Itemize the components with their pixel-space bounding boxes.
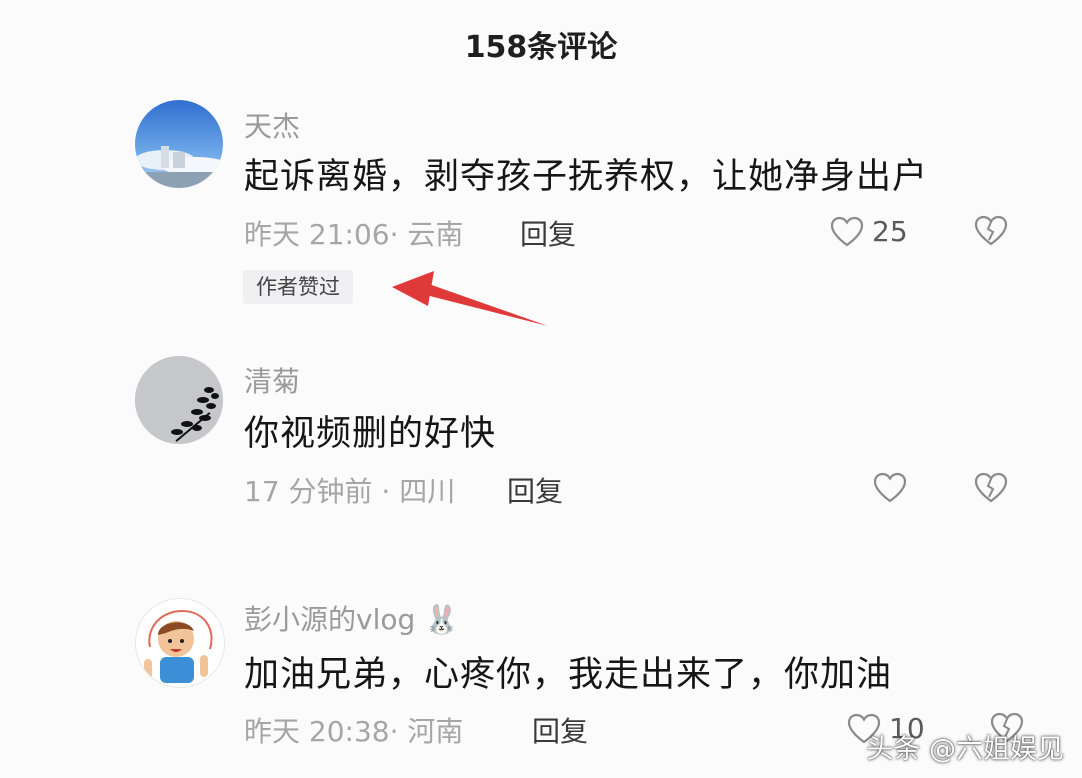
comment-meta: 昨天 20:38· 河南 [244,715,464,748]
username[interactable]: 彭小源的vlog 🐰 [244,598,459,638]
avatar[interactable] [135,598,225,688]
rabbit-emoji-icon: 🐰 [424,603,460,636]
username-text: 彭小源的vlog [244,603,416,636]
cartoon-boy-avatar-icon [136,599,224,687]
reply-button[interactable]: 回复 [532,710,588,750]
watermark: 头条 @六姐娱见 [866,734,1064,765]
comment-text: 加油兄弟，心疼你，我走出来了，你加油 [244,655,893,695]
comment-item-3: 彭小源的vlog 🐰 加油兄弟，心疼你，我走出来了，你加油 昨天 20:38· … [0,0,1082,778]
